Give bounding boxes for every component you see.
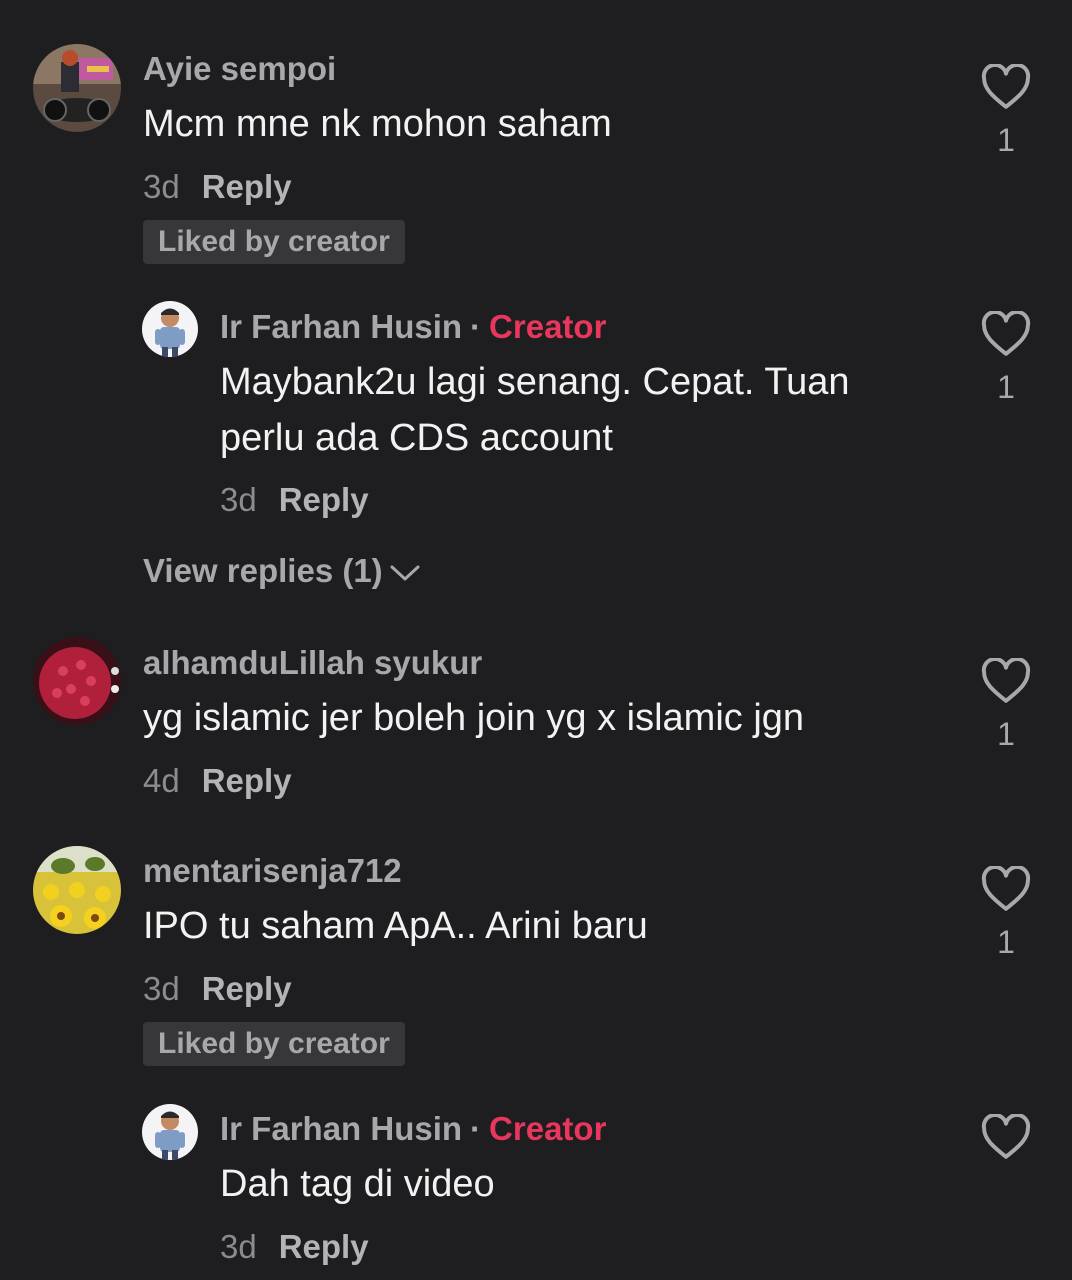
creator-badge: Creator — [489, 308, 607, 345]
comment-time: 4d — [143, 762, 180, 799]
comment-username: Ir Farhan Husin · Creator — [220, 1110, 606, 1148]
liked-by-creator-badge: Liked by creator — [143, 220, 405, 264]
avatar[interactable] — [142, 1104, 198, 1160]
reply-button[interactable]: Reply — [202, 762, 292, 799]
comment-meta: 4d Reply — [143, 762, 292, 800]
comment-text: Maybank2u lagi senang. Cepat. Tuan perlu… — [220, 361, 850, 459]
avatar[interactable] — [33, 637, 121, 725]
avatar[interactable] — [33, 846, 121, 934]
like-count: 1 — [997, 369, 1015, 405]
heart-icon — [981, 311, 1031, 356]
like-button[interactable]: 1 — [978, 658, 1034, 753]
comment-time: 3d — [220, 1228, 257, 1265]
like-button[interactable]: 1 — [978, 64, 1034, 159]
comment-text: IPO tu saham ApA.. Arini baru — [143, 905, 648, 947]
reply-button[interactable]: Reply — [279, 1228, 369, 1265]
creator-badge: Creator — [489, 1110, 607, 1147]
comment-meta: 3d Reply — [143, 970, 292, 1008]
comment-username[interactable]: Ayie sempoi — [143, 50, 336, 88]
heart-icon — [981, 866, 1031, 911]
comment-text: Mcm mne nk mohon saham — [143, 103, 612, 145]
like-count: 1 — [997, 716, 1015, 752]
view-replies-label: View replies (1) — [143, 552, 383, 589]
view-replies-button[interactable]: View replies (1) — [143, 552, 421, 590]
comment-username: Ir Farhan Husin · Creator — [220, 308, 606, 346]
like-count: 1 — [997, 924, 1015, 960]
heart-icon — [981, 64, 1031, 109]
comment-meta: 3d Reply — [220, 481, 369, 519]
comment-username[interactable]: alhamduLillah syukur — [143, 644, 482, 682]
reply-button[interactable]: Reply — [279, 481, 369, 518]
reply-button[interactable]: Reply — [202, 168, 292, 205]
like-button[interactable]: 1 — [978, 866, 1034, 961]
like-button[interactable] — [978, 1114, 1034, 1160]
avatar[interactable] — [33, 44, 121, 132]
reply-button[interactable]: Reply — [202, 970, 292, 1007]
heart-icon — [981, 1114, 1031, 1159]
creator-name[interactable]: Ir Farhan Husin — [220, 308, 462, 345]
separator: · — [470, 1110, 482, 1147]
like-button[interactable]: 1 — [978, 311, 1034, 406]
chevron-down-icon — [390, 565, 420, 581]
heart-icon — [981, 658, 1031, 703]
comment-text: yg islamic jer boleh join yg x islamic j… — [143, 697, 805, 739]
liked-by-creator-badge: Liked by creator — [143, 1022, 405, 1066]
like-count: 1 — [997, 122, 1015, 158]
creator-name[interactable]: Ir Farhan Husin — [220, 1110, 462, 1147]
comment-time: 3d — [143, 970, 180, 1007]
comment-time: 3d — [220, 481, 257, 518]
separator: · — [470, 308, 482, 345]
comment-username[interactable]: mentarisenja712 — [143, 852, 402, 890]
comment-time: 3d — [143, 168, 180, 205]
comment-meta: 3d Reply — [220, 1228, 369, 1266]
avatar[interactable] — [142, 301, 198, 357]
comment-meta: 3d Reply — [143, 168, 292, 206]
comment-text: Dah tag di video — [220, 1163, 495, 1205]
